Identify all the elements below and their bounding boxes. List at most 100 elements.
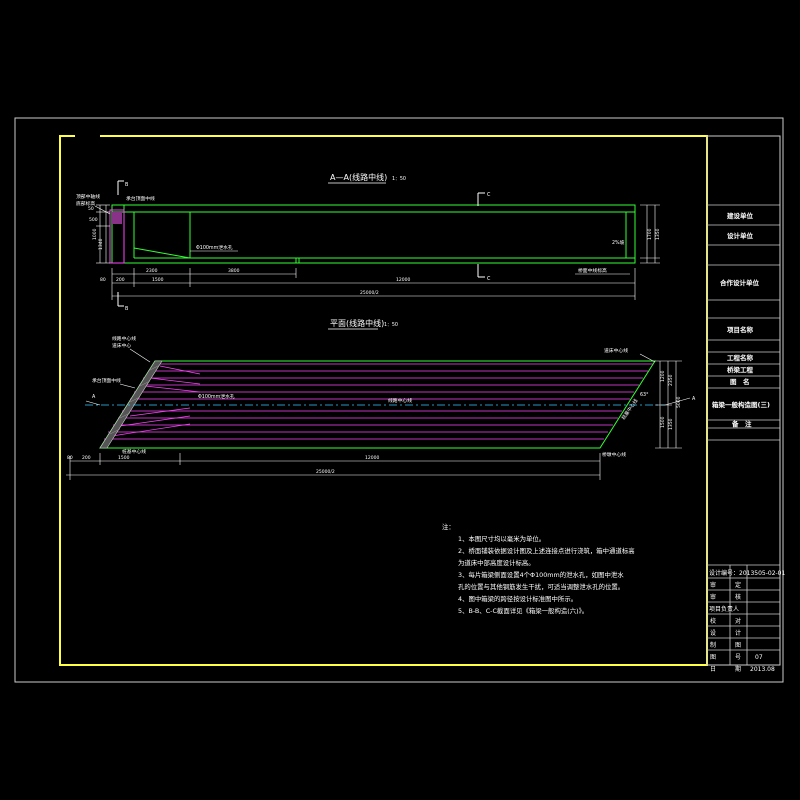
notes: 注： 1、本图尺寸均以毫米为单位。 2、桥面铺装依据设计图及上述连接点进行浇筑，…: [442, 522, 635, 615]
section-dims-left: [96, 204, 110, 264]
tb-row-label: 校: [710, 617, 716, 625]
plan-label-mid-left: 承台顶面中线: [92, 377, 121, 384]
tb-row-value: 07: [755, 654, 763, 661]
plan-skew-angle: 63°: [640, 392, 649, 398]
section-view: A—A(线路中线) 1：50 B B C C 顶部中轴线 底部标高 承台顶面中线…: [76, 172, 661, 312]
plan-title: 平面(线路中线): [330, 318, 384, 328]
tb-row-sub: 计: [735, 629, 741, 637]
tb-project-name: 项目名称: [727, 325, 754, 334]
tb-row-sub: 图: [735, 642, 741, 649]
section-dim-d3: 1000: [92, 228, 98, 240]
plan-dim-d1: 80: [67, 455, 73, 461]
tb-row-label: 审: [710, 593, 716, 601]
tb-construction-unit: 建设单位: [726, 211, 754, 220]
plan-dim-d3: 1500: [118, 455, 130, 461]
plan-dim-r4: 2350: [668, 374, 674, 386]
plan-dim-left-a: A: [92, 394, 96, 400]
section-dim-d6: 2300: [146, 268, 158, 274]
plan-label-bottom-right: 桥墩中心线: [602, 451, 626, 458]
section-dim-d2: 500: [89, 217, 98, 223]
cut-mark-b: [117, 180, 124, 307]
plan-label-top-left-2: 道床中心: [112, 342, 131, 349]
tb-row-label: 制: [710, 641, 716, 649]
section-left-label-1: 顶部中轴线: [76, 193, 100, 200]
plan-pipe-label: Φ100mm泄水孔: [198, 393, 235, 400]
note-line-3: 为道床中部高度设计标高。: [458, 558, 535, 567]
section-pipe-label: Φ100mm泄水孔: [196, 244, 233, 251]
section-right-label: 桥面中线标高: [578, 267, 607, 274]
section-left-label-2: 底部标高: [76, 200, 95, 207]
section-dim-r1: 1700: [647, 228, 653, 240]
tb-design-unit: 设计单位: [727, 231, 754, 240]
plan-leader-top-left: [129, 348, 151, 363]
section-pier-hatch: [112, 212, 122, 224]
note-line-7: 5、B-B、C-C截面详见《箱梁一般构造(六)》。: [458, 606, 588, 615]
section-dim-r2: 1350: [655, 228, 661, 240]
cut-mark-c: [477, 192, 485, 278]
plan-dim-r5: 1350: [668, 418, 674, 430]
plan-label-top-right: 道床中心线: [604, 347, 628, 354]
tb-row-label: 图: [710, 654, 716, 661]
tb-row-label: 日: [710, 666, 716, 673]
tb-row-value: 2013.08: [750, 666, 775, 673]
note-line-2: 2、桥面铺装依据设计图及上述连接点进行浇筑，箱中通道标高: [458, 546, 635, 555]
cut-b-bottom: B: [125, 306, 128, 312]
plan-dim-d2: 200: [82, 455, 91, 461]
tb-row-sub: 定: [735, 581, 741, 589]
plan-slab-outline: [99, 360, 656, 449]
section-title: A—A(线路中线): [330, 172, 387, 182]
tb-row-sub: 期: [735, 665, 741, 673]
plan-label-bottom-left: 桩基中心线: [122, 448, 146, 455]
plan-center-label: 线路中心线: [388, 397, 412, 404]
plan-leader-mid-left: [119, 383, 136, 389]
section-dim-d7: 3800: [228, 268, 240, 274]
plan-dims-bottom: [66, 453, 601, 480]
plan-dim-r2: 1500: [660, 416, 666, 428]
drawing-sheet: A—A(线路中线) 1：50 B B C C 顶部中轴线 底部标高 承台顶面中线…: [14, 117, 786, 683]
note-line-5: 孔的位置与其他钢筋发生干扰，可适当调整泄水孔的位置。: [458, 582, 624, 591]
section-dim-d12: 25000/2: [360, 290, 379, 296]
tb-cooperation-unit: 合作设计单位: [719, 278, 760, 287]
notes-heading: 注：: [442, 522, 455, 531]
plan-left-a-arrow: [85, 400, 101, 406]
tb-engineering-name: 工程名称: [727, 353, 754, 362]
tb-drawing-number: 设计编号：2013505-02-01: [709, 569, 786, 577]
plan-a-right: A: [692, 396, 696, 402]
section-scale: 1：50: [392, 176, 406, 182]
tb-row-sub: 号: [735, 654, 741, 661]
section-dim-d8: 80: [100, 277, 106, 283]
section-concrete: [111, 204, 636, 264]
tb-drawing-name: 箱梁一般构造图(三): [712, 400, 770, 409]
plan-rebar: [104, 363, 653, 440]
note-line-1: 1、本图尺寸均以毫米为单位。: [458, 534, 545, 543]
cut-b-top: B: [125, 182, 128, 188]
plan-dim-d5: 25000/2: [316, 469, 335, 475]
section-dim-d9: 200: [116, 277, 125, 283]
plan-dim-d4: 12000: [365, 455, 379, 461]
tb-row-label: 设: [710, 629, 716, 637]
tb-drawing-label: 图 名: [730, 377, 750, 386]
title-block: [707, 204, 780, 665]
tb-row-sub: 核: [735, 593, 741, 601]
cut-c-top: C: [487, 192, 491, 198]
plan-label-top-left-1: 线路中心线: [112, 335, 136, 342]
tb-row-label: 审: [710, 581, 716, 589]
section-dim-d11: 12000: [396, 277, 410, 283]
note-line-6: 4、图中箱梁的跨径按设计标准图中所示。: [458, 594, 577, 603]
plan-dim-r1: 1200: [660, 370, 666, 382]
plan-scale: 1：50: [384, 322, 398, 328]
tb-remarks-label: 备 注: [731, 419, 752, 428]
section-left-note: 承台顶面中线: [126, 195, 155, 202]
plan-view: 平面(线路中线) 1：50 线路中心线 Φ100mm泄水孔 线路中心线 道床中心…: [66, 318, 696, 480]
cut-c-bottom: C: [487, 276, 491, 282]
note-line-4: 3、每片箱梁侧面设置4个Φ100mm的泄水孔，如图中泄水: [458, 570, 624, 579]
section-slope-label: 2%坡: [612, 239, 625, 246]
section-dim-d10: 1500: [152, 277, 164, 283]
plan-pier-hatch: [99, 360, 163, 449]
section-dim-d4: 1340: [98, 238, 104, 250]
tb-sub-project: 桥梁工程: [727, 365, 754, 374]
plan-dim-r3: 5000: [676, 396, 682, 408]
section-dim-d1: 50: [88, 206, 94, 212]
tb-row-sub: 对: [735, 617, 741, 625]
tb-row-label: 项目负责人: [709, 605, 739, 613]
